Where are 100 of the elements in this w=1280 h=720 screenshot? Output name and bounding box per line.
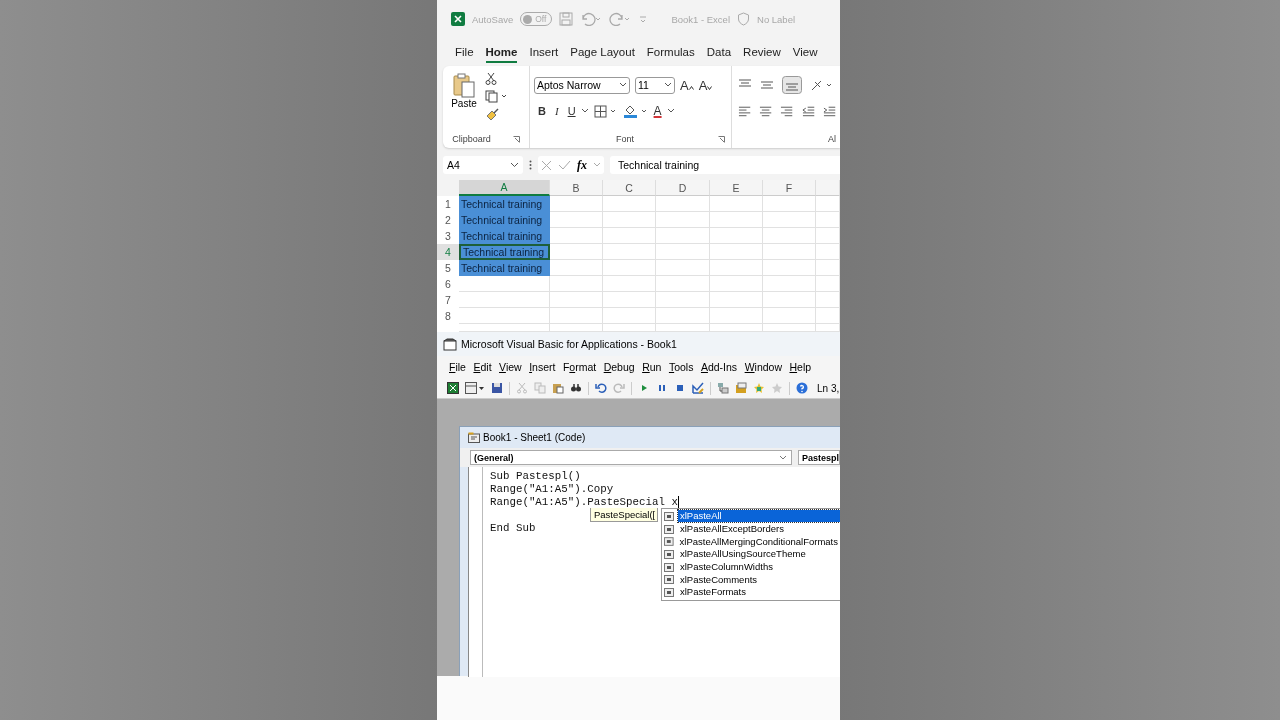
row-header[interactable]: 8: [437, 308, 459, 324]
enter-icon[interactable]: [558, 160, 571, 170]
decrease-indent-icon[interactable]: [801, 105, 815, 117]
italic-button[interactable]: I: [554, 105, 559, 117]
ribbon-tab[interactable]: Insert: [529, 41, 559, 63]
row-header[interactable]: 1: [437, 196, 459, 212]
menu-item[interactable]: Run: [642, 361, 662, 373]
column-header[interactable]: F: [763, 180, 816, 196]
table-cell: Technical training: [459, 244, 550, 260]
table-cell: [550, 260, 603, 276]
font-name-dropdown[interactable]: Aptos Narrow: [534, 76, 630, 94]
ribbon-tab[interactable]: Page Layout: [570, 41, 635, 63]
name-box[interactable]: A4: [443, 156, 523, 174]
object-dropdown[interactable]: (General): [470, 450, 792, 465]
menu-item[interactable]: Edit: [473, 361, 492, 373]
cut-icon[interactable]: [485, 72, 497, 85]
ribbon-tab[interactable]: Review: [743, 41, 781, 63]
ribbon-tab[interactable]: View: [792, 41, 818, 63]
properties-icon[interactable]: [735, 382, 747, 394]
table-cell: [816, 308, 840, 324]
autocomplete-item[interactable]: xlPasteAllMergingConditionalFormats: [677, 535, 840, 548]
row-header[interactable]: 6: [437, 276, 459, 292]
fill-color-icon[interactable]: [622, 104, 649, 118]
table-cell: [550, 212, 603, 228]
help-icon[interactable]: [796, 382, 808, 394]
align-left-icon[interactable]: [738, 105, 752, 117]
menu-item[interactable]: Debug: [603, 361, 635, 373]
menu-item[interactable]: Insert: [529, 361, 556, 373]
autocomplete-item[interactable]: xlPasteFormats: [678, 586, 748, 599]
paste-icon[interactable]: [552, 382, 564, 394]
undo-icon[interactable]: [595, 382, 607, 394]
font-color-button[interactable]: A: [653, 104, 662, 118]
autocomplete-item[interactable]: xlPasteAllExceptBorders: [678, 523, 787, 536]
menu-item[interactable]: Help: [789, 361, 812, 373]
menu-item[interactable]: Tools: [668, 361, 694, 373]
ribbon-tab[interactable]: Formulas: [646, 41, 695, 63]
underline-button[interactable]: U: [567, 105, 576, 117]
table-cell: Technical training: [459, 212, 550, 228]
menu-item[interactable]: File: [449, 361, 466, 373]
autocomplete-item[interactable]: xlPasteAll: [678, 510, 840, 523]
bold-button[interactable]: B: [538, 105, 546, 117]
dialog-launcher-icon[interactable]: [718, 135, 725, 143]
autocomplete-item[interactable]: xlPasteAllUsingSourceTheme: [678, 548, 808, 561]
table-cell: [656, 228, 710, 244]
window-title: Book1 - Excel: [671, 13, 730, 25]
save-icon[interactable]: [491, 382, 503, 394]
row-header[interactable]: 5: [437, 260, 459, 276]
menu-item[interactable]: Format: [562, 361, 597, 373]
redo-icon[interactable]: [609, 12, 632, 26]
align-right-icon[interactable]: [780, 105, 794, 117]
row-header[interactable]: 4: [437, 244, 459, 260]
shrink-font-button[interactable]: A: [698, 77, 713, 93]
formula-input[interactable]: Technical training: [610, 156, 840, 174]
project-icon[interactable]: [717, 382, 729, 394]
design-icon[interactable]: [692, 382, 704, 394]
dialog-launcher-icon[interactable]: [512, 135, 520, 143]
paste-button[interactable]: Paste: [447, 72, 481, 118]
autocomplete-item[interactable]: xlPasteComments: [678, 573, 760, 586]
ribbon-tab[interactable]: Data: [706, 41, 732, 63]
customize-icon[interactable]: [638, 14, 649, 24]
align-middle-icon[interactable]: [760, 79, 774, 91]
insert-function-button[interactable]: fx: [577, 157, 587, 173]
column-header[interactable]: B: [550, 180, 603, 196]
row-header[interactable]: 3: [437, 228, 459, 244]
menu-item[interactable]: Window: [744, 361, 782, 373]
menu-item[interactable]: View: [499, 361, 522, 373]
find-icon[interactable]: [570, 382, 582, 394]
menu-item[interactable]: Add-Ins: [700, 361, 738, 373]
increase-indent-icon[interactable]: [822, 105, 836, 117]
pause-icon[interactable]: [656, 382, 668, 394]
column-header[interactable]: D: [656, 180, 710, 196]
more-icon[interactable]: [529, 160, 532, 170]
table-cell: [603, 260, 656, 276]
table-cell: [603, 212, 656, 228]
row-header[interactable]: 2: [437, 212, 459, 228]
table-cell: Technical training: [459, 196, 550, 212]
table-cell: [550, 308, 603, 324]
procedure-dropdown[interactable]: Pastespl: [797, 450, 840, 465]
ribbon-tab[interactable]: Home: [485, 41, 518, 63]
column-header[interactable]: C: [603, 180, 656, 196]
caret-up-icon: [688, 85, 694, 90]
copy-icon[interactable]: [485, 90, 507, 103]
form-icon[interactable]: [465, 382, 485, 394]
cancel-icon[interactable]: [541, 159, 552, 171]
format-painter-icon[interactable]: [485, 108, 499, 121]
ribbon-tab[interactable]: File: [455, 41, 474, 63]
orientation-icon[interactable]: [810, 78, 834, 92]
table-cell: [763, 276, 816, 292]
borders-icon[interactable]: [593, 104, 618, 118]
row-header[interactable]: 7: [437, 292, 459, 308]
column-header[interactable]: A: [459, 180, 550, 196]
grow-font-button[interactable]: A: [680, 77, 694, 93]
autocomplete-item[interactable]: xlPasteColumnWidths: [678, 561, 775, 574]
excel-icon[interactable]: [447, 382, 459, 394]
column-header[interactable]: E: [710, 180, 763, 196]
align-center-icon[interactable]: [759, 105, 773, 117]
stop-icon[interactable]: [674, 382, 686, 394]
table-cell: [816, 212, 840, 228]
align-bottom-icon[interactable]: [782, 76, 802, 94]
font-size-dropdown[interactable]: 11: [635, 76, 675, 94]
